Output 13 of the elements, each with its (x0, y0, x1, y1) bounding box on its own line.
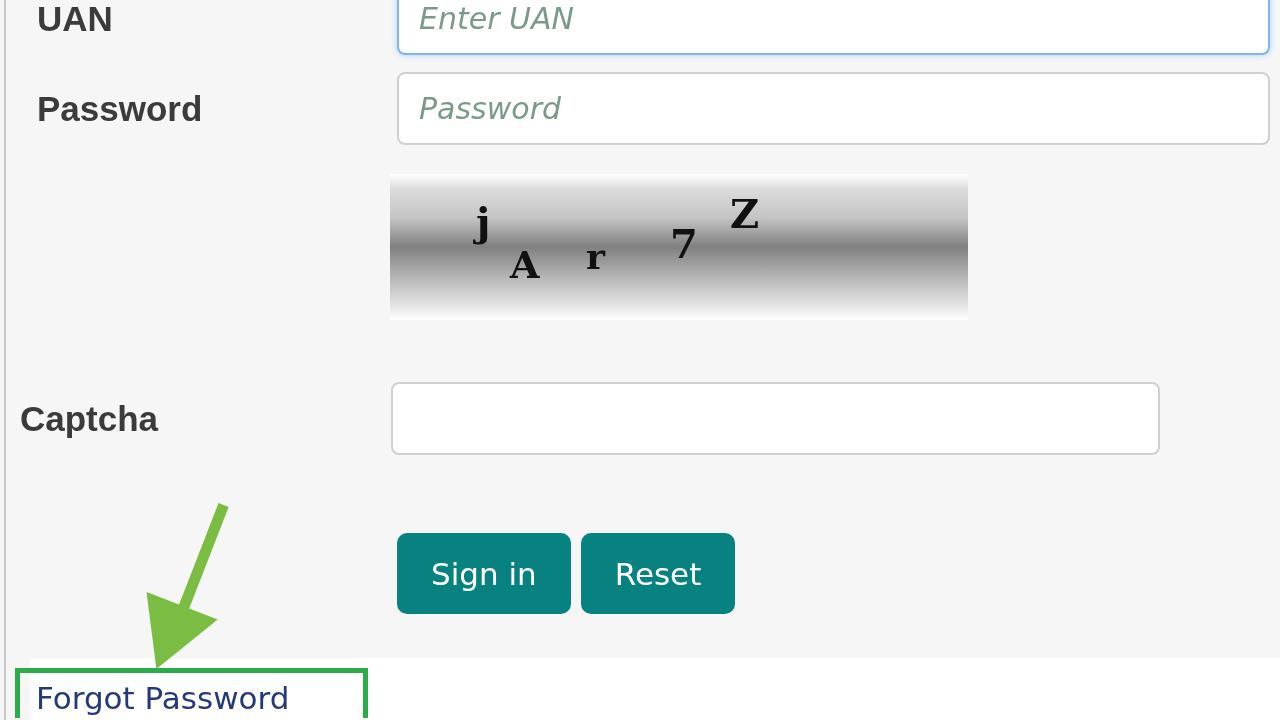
captcha-field[interactable] (391, 382, 1160, 455)
captcha-character: A (510, 246, 540, 284)
captcha-character: 7 (670, 224, 698, 264)
field-label: UAN (36, 0, 114, 39)
forgot-password-link[interactable]: Forgot Password (36, 680, 290, 716)
field-label: Password (36, 88, 204, 129)
input-field[interactable]: Password (397, 72, 1270, 145)
captcha-character: r (586, 238, 605, 274)
field-label: Captcha (19, 398, 160, 439)
form-button[interactable]: Sign in (397, 533, 571, 614)
input-field[interactable]: Enter UAN (397, 0, 1270, 55)
form-button[interactable]: Reset (580, 533, 736, 614)
captcha-character: Z (730, 194, 760, 234)
